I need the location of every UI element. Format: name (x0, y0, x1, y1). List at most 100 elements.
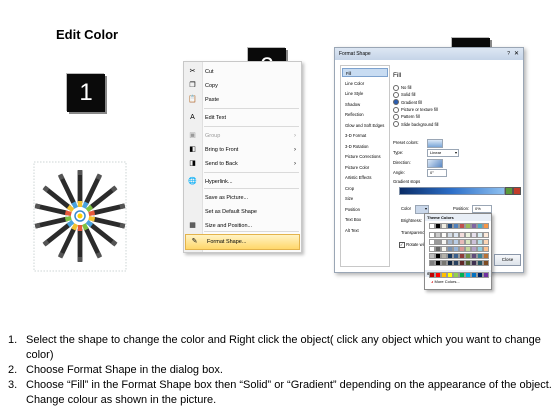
category-alt-text[interactable]: Alt Text (342, 226, 388, 235)
direction-dropdown[interactable] (427, 159, 443, 168)
more-colors-button[interactable]: ◕ More Colors... (431, 279, 460, 284)
preset-colors-label: Preset colors: (393, 140, 419, 145)
menu-separator (204, 108, 299, 109)
fill-option-gradient-fill[interactable]: Gradient fill (393, 99, 422, 106)
category-size[interactable]: Size (342, 194, 388, 203)
close-button[interactable]: Close (494, 254, 521, 266)
dialog-titlebar[interactable]: Format Shape ? ✕ (335, 48, 523, 60)
fill-option-slide-background-fill[interactable]: Slide background fill (393, 121, 438, 128)
type-select[interactable]: Linear ▾ (427, 149, 459, 157)
menu-item-label: Group (205, 133, 221, 139)
paste-icon: 📋 (188, 96, 197, 103)
sunburst-ray[interactable] (77, 225, 83, 262)
category-line-style[interactable]: Line Style (342, 89, 388, 98)
category-3-d-format[interactable]: 3-D Format (342, 131, 388, 140)
format-shape-icon: ✎ (191, 238, 198, 245)
theme-color-swatch[interactable] (483, 260, 489, 266)
type-label: Type: (393, 150, 404, 155)
menu-item-label: Format Shape... (207, 239, 247, 245)
menu-separator (204, 231, 299, 232)
theme-color-swatch[interactable] (483, 232, 489, 238)
category-position[interactable]: Position (342, 205, 388, 214)
fill-option-no-fill[interactable]: No fill (393, 84, 411, 91)
position-input[interactable]: 0% (472, 205, 492, 213)
theme-color-swatch[interactable] (483, 246, 489, 252)
sunburst-ray[interactable] (77, 170, 83, 207)
close-icon[interactable]: ✕ (514, 48, 519, 60)
theme-color-swatch[interactable] (483, 253, 489, 259)
radio-icon (393, 84, 399, 91)
fill-option-label: No fill (401, 85, 412, 90)
send-to-back-icon: ◨ (189, 160, 196, 167)
fill-option-label: Solid fill (401, 92, 416, 98)
menu-item-label: Save as Picture... (205, 195, 249, 201)
color-label: Color (401, 206, 412, 211)
fill-option-label: Picture or texture fill (401, 106, 439, 112)
fill-option-picture-or-texture-fill[interactable]: Picture or texture fill (393, 106, 438, 113)
menu-item-set-as-default-shape[interactable]: Set as Default Shape (184, 205, 301, 219)
radio-icon (393, 114, 399, 121)
menu-item-paste[interactable]: 📋 Paste (184, 93, 301, 107)
scissors-icon: ✂ (189, 68, 196, 75)
menu-item-cut[interactable]: ✂ Cut (184, 65, 301, 79)
remove-stop-icon[interactable] (513, 187, 521, 195)
menu-item-format-shape[interactable]: ✎ Format Shape... (185, 234, 300, 250)
category-glow-and-soft-edges[interactable]: Glow and Soft Edges (342, 121, 388, 130)
context-menu: ✂ Cut ❐ Copy 📋 Paste A Edit Text ▣ Group › ◧ Bring t… (183, 61, 302, 253)
menu-item-bring-to-front[interactable]: ◧ Bring to Front › (184, 143, 301, 157)
gradient-stops-bar[interactable] (399, 187, 505, 195)
menu-item-label: Bring to Front (205, 147, 239, 153)
page-title: Edit Color (56, 27, 119, 42)
category-picture-color[interactable]: Picture Color (342, 163, 388, 172)
menu-item-group[interactable]: ▣ Group › (184, 129, 301, 143)
submenu-arrow-icon: › (294, 133, 296, 139)
preset-colors-dropdown[interactable] (427, 139, 443, 148)
category-line-color[interactable]: Line Color (342, 79, 388, 88)
menu-item-send-to-back[interactable]: ◨ Send to Back › (184, 157, 301, 171)
angle-input[interactable]: 0° (427, 169, 447, 177)
menu-item-copy[interactable]: ❐ Copy (184, 79, 301, 93)
direction-label: Direction: (393, 160, 411, 165)
category-shadow[interactable]: Shadow (342, 100, 388, 109)
radio-icon (393, 121, 399, 128)
radio-icon (393, 106, 399, 113)
menu-item-label: Cut (205, 69, 214, 75)
standard-color-swatch[interactable] (483, 272, 489, 278)
angle-label: Angle: (393, 170, 405, 175)
menu-separator (204, 126, 299, 127)
fill-option-solid-fill[interactable]: Solid fill (393, 91, 416, 99)
fill-option-pattern-fill[interactable]: Pattern fill (393, 113, 420, 121)
bring-to-front-icon: ◧ (189, 146, 196, 153)
dialog-title: Format Shape (339, 51, 371, 57)
category-text-box[interactable]: Text Box (342, 215, 388, 224)
fill-option-label: Slide background fill (401, 121, 439, 127)
group-icon: ▣ (189, 132, 196, 139)
theme-color-swatch[interactable] (483, 239, 489, 245)
menu-item-edit-text[interactable]: A Edit Text (184, 111, 301, 125)
hyperlink-icon: 🌐 (188, 178, 197, 185)
radio-icon (393, 99, 399, 106)
help-icon[interactable]: ? (507, 48, 510, 60)
category-3-d-rotation[interactable]: 3-D Rotation (342, 142, 388, 151)
theme-colors-header: Theme Colors (425, 214, 491, 221)
menu-item-save-as-picture[interactable]: Save as Picture... (184, 191, 301, 205)
category-picture-corrections[interactable]: Picture Corrections (342, 152, 388, 161)
category-reflection[interactable]: Reflection (342, 110, 388, 119)
menu-item-label: Copy (205, 83, 218, 89)
category-fill[interactable]: Fill (342, 68, 388, 77)
fill-option-label: Pattern fill (401, 114, 420, 120)
menu-item-hyperlink[interactable]: 🌐 Hyperlink... (184, 175, 301, 189)
color-palette-popup: Theme Colors Standard Colors ◕ More Colo… (424, 213, 492, 290)
edit-text-icon: A (190, 114, 195, 121)
menu-item-label: Hyperlink... (205, 179, 233, 185)
category-crop[interactable]: Crop (342, 184, 388, 193)
sunburst-shape[interactable] (33, 145, 127, 273)
category-artistic-effects[interactable]: Artistic Effects (342, 173, 388, 182)
menu-item-label: Send to Back (205, 161, 238, 167)
menu-item-label: Set as Default Shape (205, 209, 257, 215)
theme-color-swatch[interactable] (483, 223, 489, 229)
menu-separator (204, 172, 299, 173)
add-stop-icon[interactable] (505, 187, 513, 195)
instructions-list: 1. Select the shape to change the color a… (8, 333, 556, 408)
instruction-item: 2. Choose Format Shape in the dialog box. (8, 364, 223, 376)
